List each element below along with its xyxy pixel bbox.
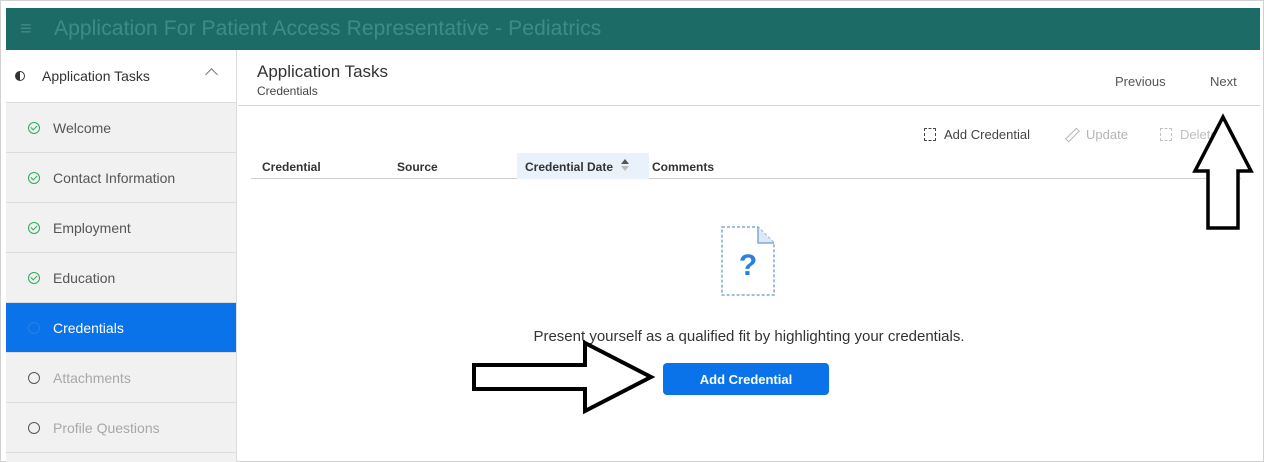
sort-icon[interactable] — [621, 159, 629, 173]
check-circle-icon — [28, 221, 40, 234]
empty-state-message: Present yourself as a qualified fit by h… — [533, 328, 965, 345]
sidebar-item-welcome[interactable]: Welcome — [6, 103, 236, 153]
sidebar-item-label: Credentials — [53, 319, 124, 336]
sidebar-item-label: Contact Information — [53, 169, 176, 186]
add-document-icon — [924, 128, 936, 141]
sidebar: Application Tasks Welcome Contact Inform… — [6, 50, 237, 462]
sidebar-item-profile-questions[interactable]: Profile Questions — [6, 403, 236, 453]
update-toolbar-button[interactable]: Update — [1065, 127, 1128, 142]
main-header: Application Tasks Credentials Previous N… — [238, 50, 1260, 106]
sidebar-item-education[interactable]: Education — [6, 253, 236, 303]
sidebar-item-contact-information[interactable]: Contact Information — [6, 153, 236, 203]
sidebar-item-label: Employment — [53, 219, 131, 236]
add-credential-button[interactable]: Add Credential — [663, 363, 829, 395]
section-title: Application Tasks — [257, 62, 389, 81]
sidebar-item-label: Welcome — [53, 119, 112, 136]
circle-icon — [28, 371, 40, 384]
column-header-credential-date[interactable]: Credential Date — [525, 160, 613, 174]
section-subtitle: Credentials — [257, 84, 318, 98]
sidebar-item-employment[interactable]: Employment — [6, 203, 236, 253]
header-bar: ≡ Application For Patient Access Represe… — [6, 8, 1260, 50]
check-circle-icon — [28, 171, 40, 184]
add-credential-label: Add Credential — [944, 127, 1030, 142]
column-header-credential[interactable]: Credential — [262, 160, 321, 174]
check-circle-icon — [28, 271, 40, 284]
next-button[interactable]: Next — [1210, 74, 1237, 89]
sidebar-section-header[interactable]: Application Tasks — [6, 50, 236, 103]
column-header-source[interactable]: Source — [397, 160, 438, 174]
check-circle-icon — [28, 121, 40, 134]
sidebar-section-label: Application Tasks — [42, 68, 150, 84]
sidebar-item-credentials[interactable]: Credentials — [6, 303, 236, 353]
add-credential-toolbar-button[interactable]: Add Credential — [924, 127, 1030, 142]
main-content: Application Tasks Credentials Previous N… — [238, 50, 1260, 462]
chevron-up-icon[interactable] — [205, 68, 218, 81]
circle-icon — [28, 421, 40, 434]
progress-half-icon — [15, 71, 25, 81]
sidebar-item-attachments[interactable]: Attachments — [6, 353, 236, 403]
column-header-comments[interactable]: Comments — [652, 160, 714, 174]
pencil-icon — [1065, 128, 1078, 141]
trash-icon — [1160, 128, 1172, 141]
circle-icon — [28, 321, 40, 334]
hamburger-menu-icon[interactable]: ≡ — [20, 19, 40, 39]
sidebar-item-label: Education — [53, 269, 116, 286]
delete-toolbar-button[interactable]: Delete — [1160, 127, 1218, 142]
application-window: ≡ Application For Patient Access Represe… — [0, 0, 1264, 462]
sidebar-item-label: Attachments — [53, 369, 131, 386]
delete-label: Delete — [1180, 127, 1218, 142]
sidebar-item-label: Profile Questions — [53, 419, 160, 436]
previous-button[interactable]: Previous — [1115, 74, 1166, 89]
question-document-icon: ? — [721, 226, 775, 296]
update-label: Update — [1086, 127, 1128, 142]
svg-text:?: ? — [739, 249, 757, 282]
table-header: Credential Source Credential Date Commen… — [251, 153, 1241, 179]
page-title: Application For Patient Access Represent… — [54, 17, 602, 40]
